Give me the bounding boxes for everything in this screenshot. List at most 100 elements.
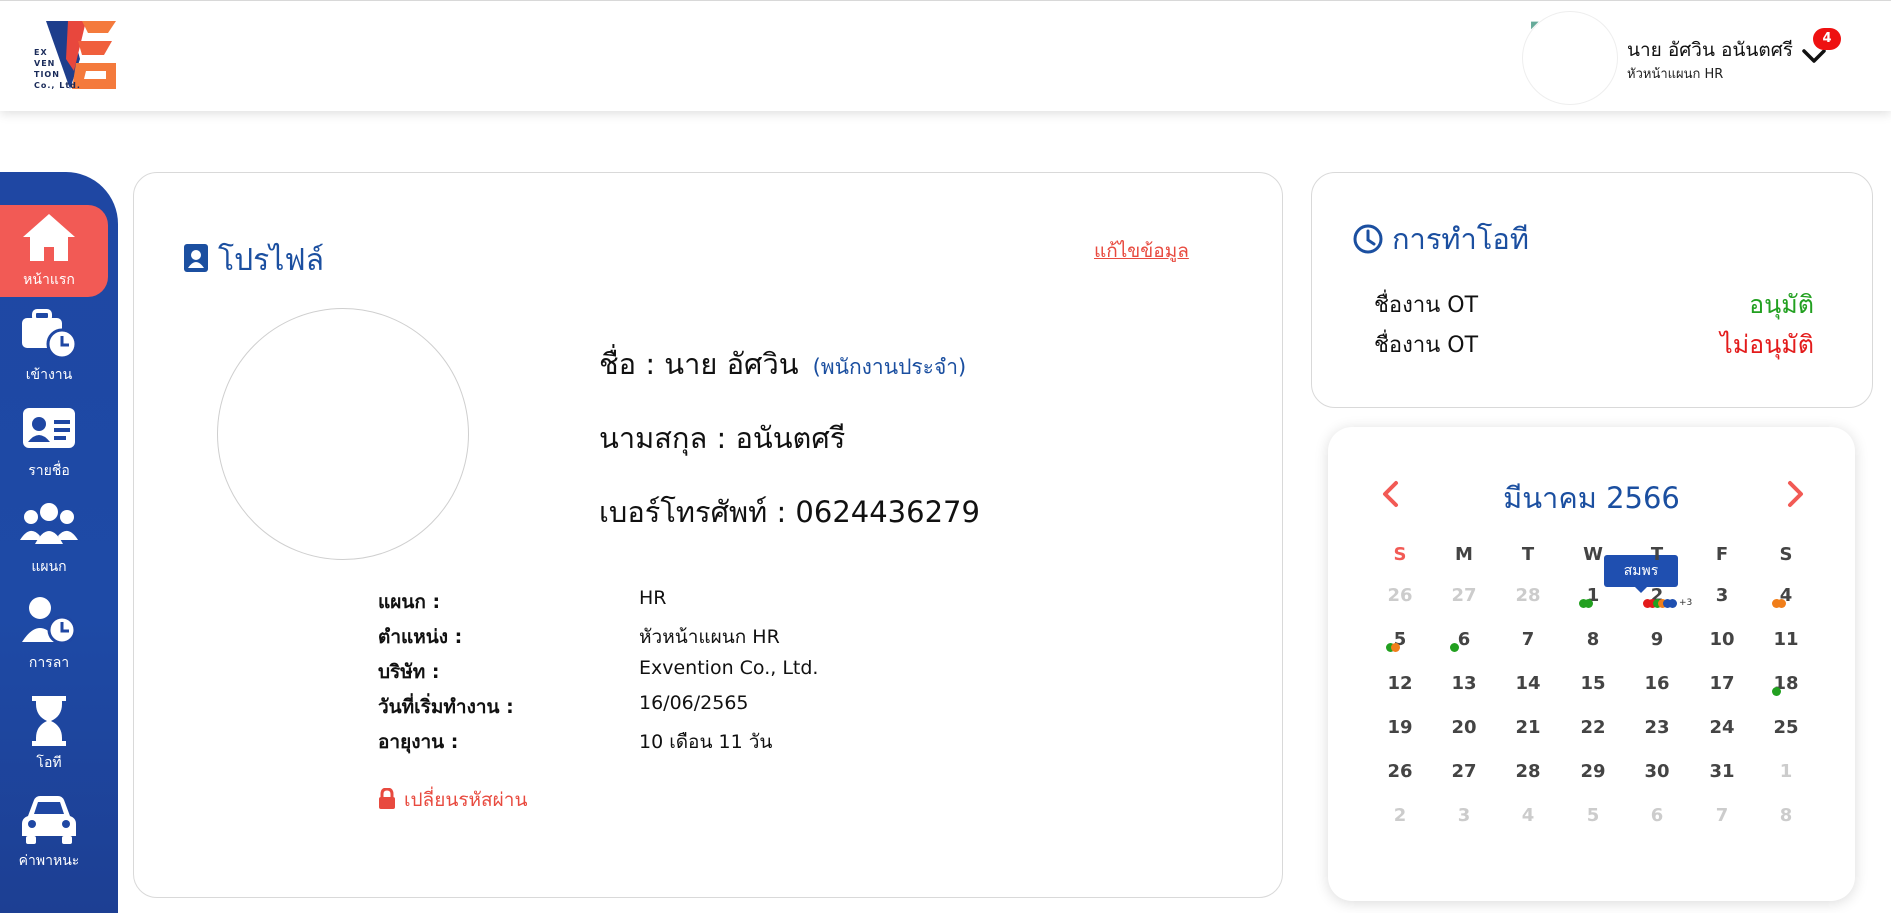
sidebar-item-checkin[interactable]: เข้างาน bbox=[0, 300, 108, 392]
weekday-header: T bbox=[1521, 544, 1535, 565]
user-role: หัวหน้าแผนก HR bbox=[1627, 67, 1724, 82]
clock-icon bbox=[1353, 224, 1383, 254]
weekday-header: F bbox=[1715, 544, 1729, 565]
sidebar-item-home[interactable]: หน้าแรก bbox=[0, 205, 108, 297]
employee-type: (พนักงานประจำ) bbox=[812, 355, 967, 379]
ot-row-name: ชื่องาน OT bbox=[1374, 293, 1479, 318]
ot-card: การทำโอที ชื่องาน OT อนุมัติ ชื่องาน OT … bbox=[1311, 172, 1873, 408]
calendar-day[interactable]: 5 bbox=[1573, 805, 1613, 826]
tenure-label: อายุงาน : bbox=[378, 731, 459, 753]
sidebar-item-label: ค่าพาหนะ bbox=[18, 853, 80, 869]
weekday-header: M bbox=[1455, 544, 1473, 565]
sidebar-item-label: แผนก bbox=[31, 559, 67, 575]
calendar-day[interactable]: 10 bbox=[1702, 629, 1742, 650]
calendar-day[interactable]: 14 bbox=[1508, 673, 1548, 694]
sidebar-item-ot[interactable]: โอที bbox=[0, 688, 108, 780]
event-dot bbox=[1584, 599, 1593, 608]
calendar-day[interactable]: 8 bbox=[1573, 629, 1613, 650]
calendar-day[interactable]: 19 bbox=[1380, 717, 1420, 738]
user-avatar[interactable]: ◤ bbox=[1522, 11, 1618, 105]
surname-line: นามสกุล : อนันตศรี bbox=[599, 421, 846, 455]
calendar-day[interactable]: 11 bbox=[1766, 629, 1806, 650]
home-icon bbox=[23, 214, 75, 261]
company-value: Exvention Co., Ltd. bbox=[639, 657, 819, 679]
calendar-day[interactable]: 3 bbox=[1702, 585, 1742, 606]
event-dot bbox=[1668, 599, 1677, 608]
company-label: บริษัท : bbox=[378, 661, 440, 683]
sidebar-item-department[interactable]: แผนก bbox=[0, 492, 108, 584]
calendar-day[interactable]: 3 bbox=[1444, 805, 1484, 826]
calendar-day[interactable]: 31 bbox=[1702, 761, 1742, 782]
sidebar-item-label: เข้างาน bbox=[25, 367, 73, 383]
ot-status-approved: อนุมัติ bbox=[1749, 290, 1814, 319]
calendar-day[interactable]: 12 bbox=[1380, 673, 1420, 694]
calendar-day[interactable]: 28 bbox=[1508, 585, 1548, 606]
phone-line: เบอร์โทรศัพท์ : 0624436279 bbox=[599, 495, 980, 529]
hourglass-icon bbox=[32, 696, 66, 746]
calendar-day[interactable]: 16 bbox=[1637, 673, 1677, 694]
calendar-day[interactable]: 25 bbox=[1766, 717, 1806, 738]
calendar-day[interactable]: 28 bbox=[1508, 761, 1548, 782]
profile-badge-icon bbox=[184, 244, 208, 272]
department-value: HR bbox=[639, 587, 667, 609]
sidebar-item-label: รายชื่อ bbox=[28, 463, 70, 479]
change-password-link[interactable]: เปลี่ยนรหัสผ่าน bbox=[378, 785, 527, 815]
event-dot bbox=[1391, 643, 1400, 652]
ot-status-rejected: ไม่อนุมัติ bbox=[1720, 330, 1814, 359]
weekday-header: W bbox=[1583, 544, 1603, 565]
notification-badge[interactable]: 4 bbox=[1813, 28, 1841, 50]
event-dot bbox=[1777, 599, 1786, 608]
event-dot bbox=[1772, 687, 1781, 696]
sidebar-item-label: หน้าแรก bbox=[23, 272, 75, 288]
briefcase-clock-icon bbox=[22, 309, 78, 360]
ot-title: การทำโอที bbox=[1352, 216, 1529, 262]
lock-icon bbox=[379, 787, 395, 809]
calendar-day[interactable]: 1 bbox=[1766, 761, 1806, 782]
calendar-day[interactable]: 27 bbox=[1444, 761, 1484, 782]
weekday-header: S bbox=[1779, 544, 1793, 565]
calendar-day[interactable]: 27 bbox=[1444, 585, 1484, 606]
calendar-day[interactable]: 23 bbox=[1637, 717, 1677, 738]
user-clock-icon bbox=[22, 597, 77, 645]
edit-profile-link[interactable]: แก้ไขข้อมูล bbox=[1094, 236, 1189, 266]
calendar-day[interactable]: 9 bbox=[1637, 629, 1677, 650]
calendar-day[interactable]: 20 bbox=[1444, 717, 1484, 738]
sidebar-item-label: การลา bbox=[28, 655, 70, 671]
position-value: หัวหน้าแผนก HR bbox=[639, 626, 780, 648]
sidebar-item-leave[interactable]: การลา bbox=[0, 588, 108, 680]
sidebar-item-transport[interactable]: ค่าพาหนะ bbox=[0, 786, 108, 878]
calendar-day[interactable]: 26 bbox=[1380, 761, 1420, 782]
calendar-day[interactable]: 8 bbox=[1766, 805, 1806, 826]
calendar-day[interactable]: 17 bbox=[1702, 673, 1742, 694]
calendar-day[interactable]: 21 bbox=[1508, 717, 1548, 738]
calendar-day[interactable]: 2 bbox=[1380, 805, 1420, 826]
profile-title: โปรไฟล์ bbox=[184, 237, 324, 284]
profile-card: โปรไฟล์ แก้ไขข้อมูล ชื่อ : นาย อัศวิน (พน… bbox=[133, 172, 1283, 898]
calendar-day[interactable]: 6 bbox=[1637, 805, 1677, 826]
broken-image-icon: ◤ bbox=[1531, 20, 1539, 31]
calendar-day[interactable]: 24 bbox=[1702, 717, 1742, 738]
calendar-day[interactable]: 29 bbox=[1573, 761, 1613, 782]
calendar-day[interactable]: 30 bbox=[1637, 761, 1677, 782]
profile-avatar bbox=[217, 308, 469, 560]
first-name: ชื่อ : นาย อัศวิน bbox=[599, 347, 799, 381]
start-date-label: วันที่เริ่มทำงาน : bbox=[378, 696, 514, 718]
calendar-month-year: มีนาคม 2566 bbox=[1503, 481, 1680, 515]
calendar-day[interactable]: 22 bbox=[1573, 717, 1613, 738]
company-logo[interactable]: EX VEN TION Co., Ltd. bbox=[30, 19, 120, 93]
sidebar-item-list[interactable]: รายชื่อ bbox=[0, 396, 108, 488]
profile-title-text: โปรไฟล์ bbox=[218, 243, 324, 278]
car-icon bbox=[22, 796, 76, 844]
calendar-day[interactable]: 13 bbox=[1444, 673, 1484, 694]
calendar-day[interactable]: 4 bbox=[1508, 805, 1548, 826]
ot-row-name: ชื่องาน OT bbox=[1374, 333, 1479, 358]
chevron-right-icon[interactable] bbox=[1784, 479, 1806, 509]
calendar-day[interactable]: 7 bbox=[1702, 805, 1742, 826]
calendar-day[interactable]: 26 bbox=[1380, 585, 1420, 606]
logo-text: EX VEN TION Co., Ltd. bbox=[34, 48, 81, 90]
sidebar: หน้าแรก เข้างาน รายชื่อ แผนก การลา โอที … bbox=[0, 172, 118, 913]
calendar-day[interactable]: 15 bbox=[1573, 673, 1613, 694]
calendar-day[interactable]: 7 bbox=[1508, 629, 1548, 650]
department-label: แผนก : bbox=[378, 591, 441, 613]
sidebar-item-label: โอที bbox=[36, 755, 62, 771]
